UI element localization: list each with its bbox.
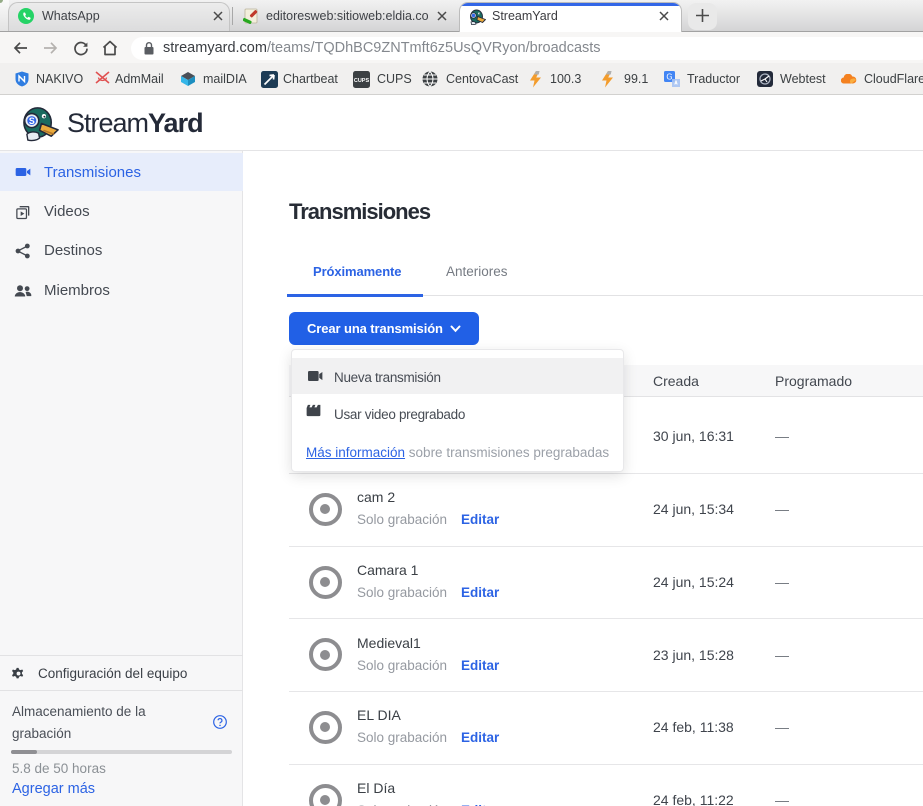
- svg-text:S: S: [29, 116, 35, 126]
- svg-text:CUPS: CUPS: [354, 78, 370, 84]
- svg-text:G: G: [666, 73, 672, 82]
